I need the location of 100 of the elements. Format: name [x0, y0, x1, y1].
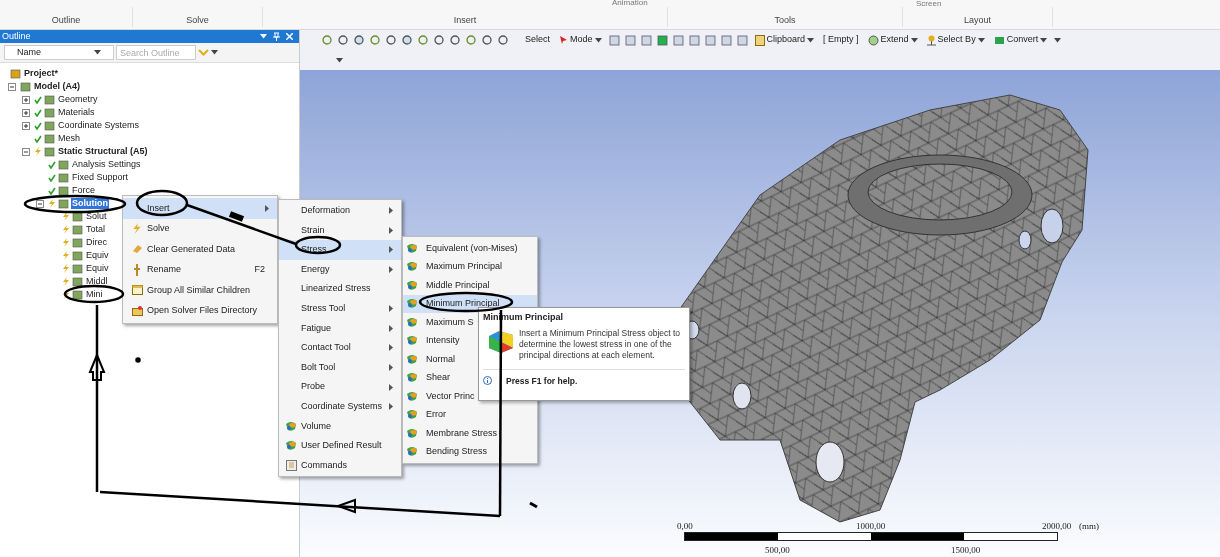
menu-item[interactable]: Energy [279, 259, 401, 280]
pin-icon[interactable] [273, 32, 280, 41]
cube-icon [44, 133, 55, 144]
toolbar-tool-icon[interactable] [608, 34, 620, 46]
toolbar-tool-icon[interactable] [720, 34, 732, 46]
tree-item[interactable]: Coordinate Systems [57, 120, 141, 131]
cube-icon [44, 107, 55, 118]
toolbar-tool-icon[interactable] [704, 34, 716, 46]
result-icon [406, 335, 418, 347]
scale-label: 2000,00 [1042, 520, 1072, 533]
toolbar-tool-icon[interactable] [656, 34, 668, 46]
toolbar-tool-icon[interactable] [370, 34, 381, 46]
cube-icon [72, 276, 83, 287]
toolbar-tool-icon[interactable] [322, 34, 333, 46]
menu-item[interactable]: Open Solver Files Directory [123, 300, 277, 321]
ribbon-group-label: Insert [453, 13, 477, 27]
ribbon-group-label: Layout [964, 13, 991, 27]
tree-item[interactable]: Static Structural (A5) [57, 146, 149, 157]
menu-item[interactable]: Deformation [279, 201, 401, 221]
menu-item[interactable]: Membrane Stress [403, 424, 537, 443]
folder-icon [131, 305, 143, 316]
toolbar-tool-icon[interactable] [418, 34, 429, 46]
cube-icon [20, 81, 31, 92]
toolbar-tool-icon[interactable] [736, 34, 748, 46]
menu-item[interactable]: Strain [279, 220, 401, 241]
dropdown-icon[interactable] [260, 34, 267, 39]
document-icon [285, 460, 297, 471]
clipboard-icon [754, 34, 765, 46]
cube-icon [58, 172, 69, 183]
menu-item[interactable]: Equivalent (von-Mises) [403, 239, 537, 258]
toolbar-button[interactable]: Extend [865, 33, 920, 47]
tree-item[interactable]: Project* [23, 68, 59, 79]
tree-item[interactable]: Force [71, 185, 96, 196]
toolbar-tool-icon[interactable] [688, 34, 700, 46]
tree-item[interactable]: Fixed Support [71, 172, 130, 183]
tree-item[interactable]: Direc [85, 237, 108, 248]
help-text: Press F1 for help. [506, 374, 578, 388]
menu-item[interactable]: Middle Principal [403, 276, 537, 295]
search-field[interactable]: Search Outline [116, 45, 196, 60]
panel-title: Outline [2, 29, 31, 43]
toolbar-tool-icon[interactable] [482, 34, 493, 46]
annotation-mark [529, 501, 538, 509]
toolbar-tool-icon[interactable] [402, 34, 413, 46]
cube-icon [10, 68, 21, 79]
toolbar-button[interactable]: Mode [557, 33, 604, 47]
menu-item[interactable]: Stress Tool [279, 298, 401, 319]
result-icon [285, 440, 297, 452]
menu-item[interactable]: Solve [123, 218, 277, 239]
tree-item[interactable]: Equiv [85, 263, 110, 274]
toolbar-tool-icon[interactable] [466, 34, 477, 46]
toolbar-button[interactable]: Clipboard [752, 33, 817, 47]
menu-item[interactable]: Bolt Tool [279, 357, 401, 378]
toolbar-tool-icon[interactable] [450, 34, 461, 46]
result-icon [406, 261, 418, 273]
toolbar-tool-icon[interactable] [386, 34, 397, 46]
menu-item[interactable]: User Defined Result [279, 436, 401, 456]
expand-icon[interactable] [22, 95, 30, 104]
menu-item[interactable]: Volume [279, 416, 401, 437]
tree-item[interactable]: Materials [57, 107, 96, 118]
tree-item[interactable]: Model (A4) [33, 81, 81, 92]
tree-item[interactable]: Mini [85, 289, 104, 300]
expand-icon[interactable] [22, 121, 30, 130]
tree-item[interactable]: Mesh [57, 133, 81, 144]
tree-item[interactable]: Solut [85, 211, 108, 222]
tree-item[interactable]: Geometry [57, 94, 99, 105]
tree-item[interactable]: Equiv [85, 250, 110, 261]
filter-dropdown[interactable]: Name [4, 45, 114, 60]
tree-item[interactable]: Analysis Settings [71, 159, 142, 170]
toolbar-tool-icon[interactable] [338, 34, 349, 46]
toolbar-tool-icon[interactable] [354, 34, 365, 46]
toolbar-button[interactable]: Select By [924, 33, 987, 47]
tree-item[interactable]: Middl [85, 276, 109, 287]
toolbar-tool-icon[interactable] [640, 34, 652, 46]
menu-item[interactable]: Coordinate Systems [279, 396, 401, 417]
collapse-icon[interactable] [36, 199, 44, 208]
menu-item[interactable]: Commands [279, 455, 401, 476]
menu-item[interactable]: Fatigue [279, 318, 401, 339]
toolbar-tool-icon[interactable] [624, 34, 636, 46]
tree-item[interactable]: Total [85, 224, 106, 235]
cube-icon [58, 159, 69, 170]
menu-item[interactable]: Probe [279, 377, 401, 397]
tree-item[interactable]: Solution [71, 198, 109, 209]
rename-icon [132, 263, 142, 276]
toolbar-tool-icon[interactable] [672, 34, 684, 46]
close-icon[interactable] [286, 33, 293, 40]
toolbar-button[interactable]: Convert [991, 33, 1050, 47]
menu-item[interactable]: Group All Similar Children [123, 280, 277, 301]
menu-item[interactable]: Rename F2 [123, 259, 277, 280]
toolbar-tool-icon[interactable] [498, 34, 509, 46]
menu-item[interactable]: Bending Stress [403, 442, 537, 461]
toolbar-button[interactable]: Select [523, 33, 552, 47]
toolbar-button[interactable]: [ Empty ] [821, 33, 861, 47]
expand-icon[interactable] [22, 108, 30, 117]
result-icon [406, 316, 418, 328]
menu-item[interactable]: Maximum Principal [403, 257, 537, 276]
menu-item[interactable]: Clear Generated Data [123, 239, 277, 260]
menu-item[interactable]: Error [403, 405, 537, 424]
menu-item[interactable]: Linearized Stress [279, 279, 401, 299]
toolbar-tool-icon[interactable] [434, 34, 445, 46]
menu-item[interactable]: Contact Tool [279, 338, 401, 358]
